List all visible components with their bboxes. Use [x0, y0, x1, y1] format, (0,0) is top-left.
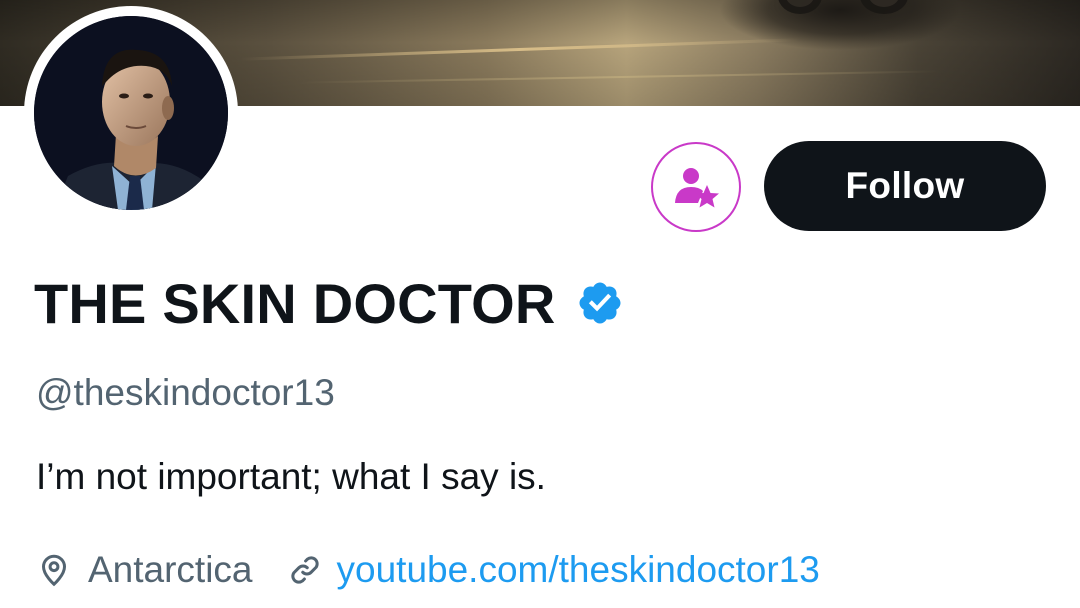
person-star-icon	[675, 168, 719, 208]
profile-meta-row: Antarctica youtube.com/theskindoctor13	[36, 546, 820, 594]
banner-motorcycle-image	[778, 0, 908, 14]
display-name: THE SKIN DOCTOR	[34, 271, 556, 335]
banner-road-highlight	[300, 70, 940, 84]
link-icon	[290, 556, 319, 584]
follow-button[interactable]: Follow	[764, 141, 1046, 231]
profile-page: Follow THE SKIN DOCTOR @theskindoctor13 …	[0, 0, 1080, 608]
display-name-row: THE SKIN DOCTOR	[34, 268, 624, 338]
avatar[interactable]	[34, 16, 228, 210]
banner-road-highlight	[240, 38, 800, 61]
location-text: Antarctica	[88, 549, 253, 590]
location-pin-icon	[41, 554, 67, 587]
subscribe-button[interactable]	[651, 142, 741, 232]
avatar-portrait-image	[34, 16, 228, 210]
verified-badge-icon[interactable]	[576, 279, 624, 327]
user-handle: @theskindoctor13	[36, 372, 335, 413]
profile-bio: I’m not important; what I say is.	[36, 456, 546, 497]
website-link[interactable]: youtube.com/theskindoctor13	[337, 549, 820, 591]
